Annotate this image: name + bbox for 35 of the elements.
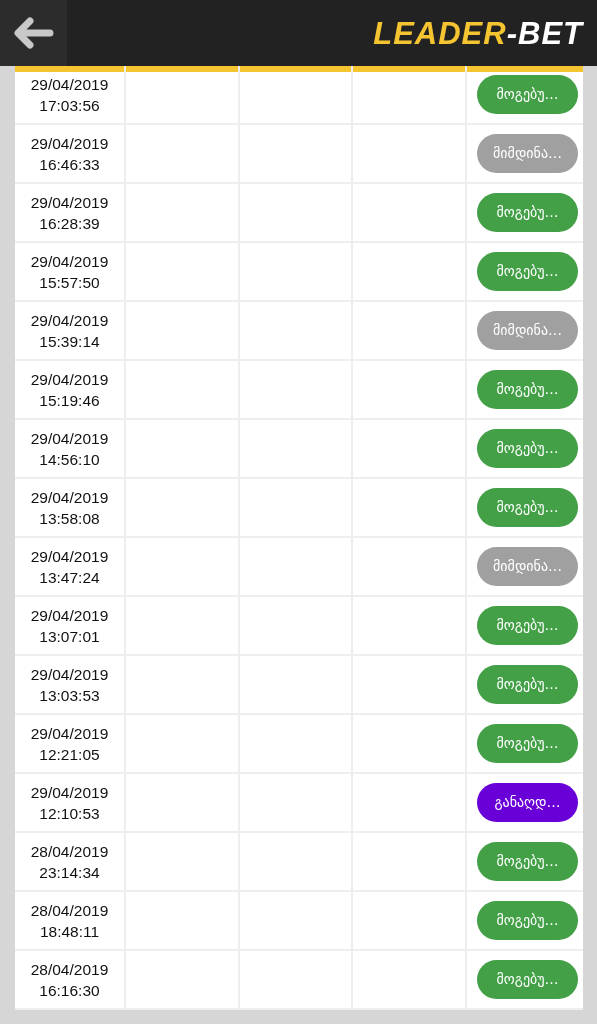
date-time-text: 29/04/2019 15:39:14	[30, 310, 109, 352]
date-time-text: 28/04/2019 18:48:11	[30, 900, 109, 942]
status-badge: მიმდინა…	[477, 547, 578, 586]
date-time-text: 29/04/2019 14:56:10	[30, 428, 109, 470]
status-badge: მოგებუ…	[477, 665, 578, 704]
back-arrow-icon	[13, 17, 54, 49]
date-time-text: 29/04/2019 13:07:01	[30, 605, 109, 647]
status-badge: მოგებუ…	[477, 370, 578, 409]
status-badge: მიმდინა…	[477, 134, 578, 173]
status-badge: მოგებუ…	[477, 488, 578, 527]
status-badge: მოგებუ…	[477, 193, 578, 232]
status-badge: მოგებუ…	[477, 606, 578, 645]
status-badge: მოგებუ…	[477, 429, 578, 468]
back-button[interactable]	[0, 0, 67, 66]
date-time-text: 28/04/2019 23:14:34	[30, 841, 109, 883]
status-badge: მოგებუ…	[477, 901, 578, 940]
date-time-text: 29/04/2019 15:57:50	[30, 251, 109, 293]
status-badge: მიმდინა…	[477, 311, 578, 350]
date-time-text: 28/04/2019 16:16:30	[30, 959, 109, 1001]
date-time-text: 29/04/2019 16:46:33	[30, 133, 109, 175]
date-time-text: 29/04/2019 12:21:05	[30, 723, 109, 765]
status-badge: მოგებუ…	[477, 252, 578, 291]
logo: LEADER-BET	[373, 17, 583, 49]
date-time-text: 29/04/2019 13:47:24	[30, 546, 109, 588]
status-badge: განაღდ…	[477, 783, 578, 822]
status-badge: მოგებუ…	[477, 75, 578, 114]
status-badge: მოგებუ…	[477, 724, 578, 763]
date-time-text: 29/04/2019 17:03:56	[30, 74, 109, 116]
date-time-text: 29/04/2019 15:19:46	[30, 369, 109, 411]
date-time-text: 29/04/2019 13:58:08	[30, 487, 109, 529]
date-time-text: 29/04/2019 13:03:53	[30, 664, 109, 706]
status-badge: მოგებუ…	[477, 842, 578, 881]
status-badge: მოგებუ…	[477, 960, 578, 999]
date-time-text: 29/04/2019 16:28:39	[30, 192, 109, 234]
date-time-text: 29/04/2019 12:10:53	[30, 782, 109, 824]
